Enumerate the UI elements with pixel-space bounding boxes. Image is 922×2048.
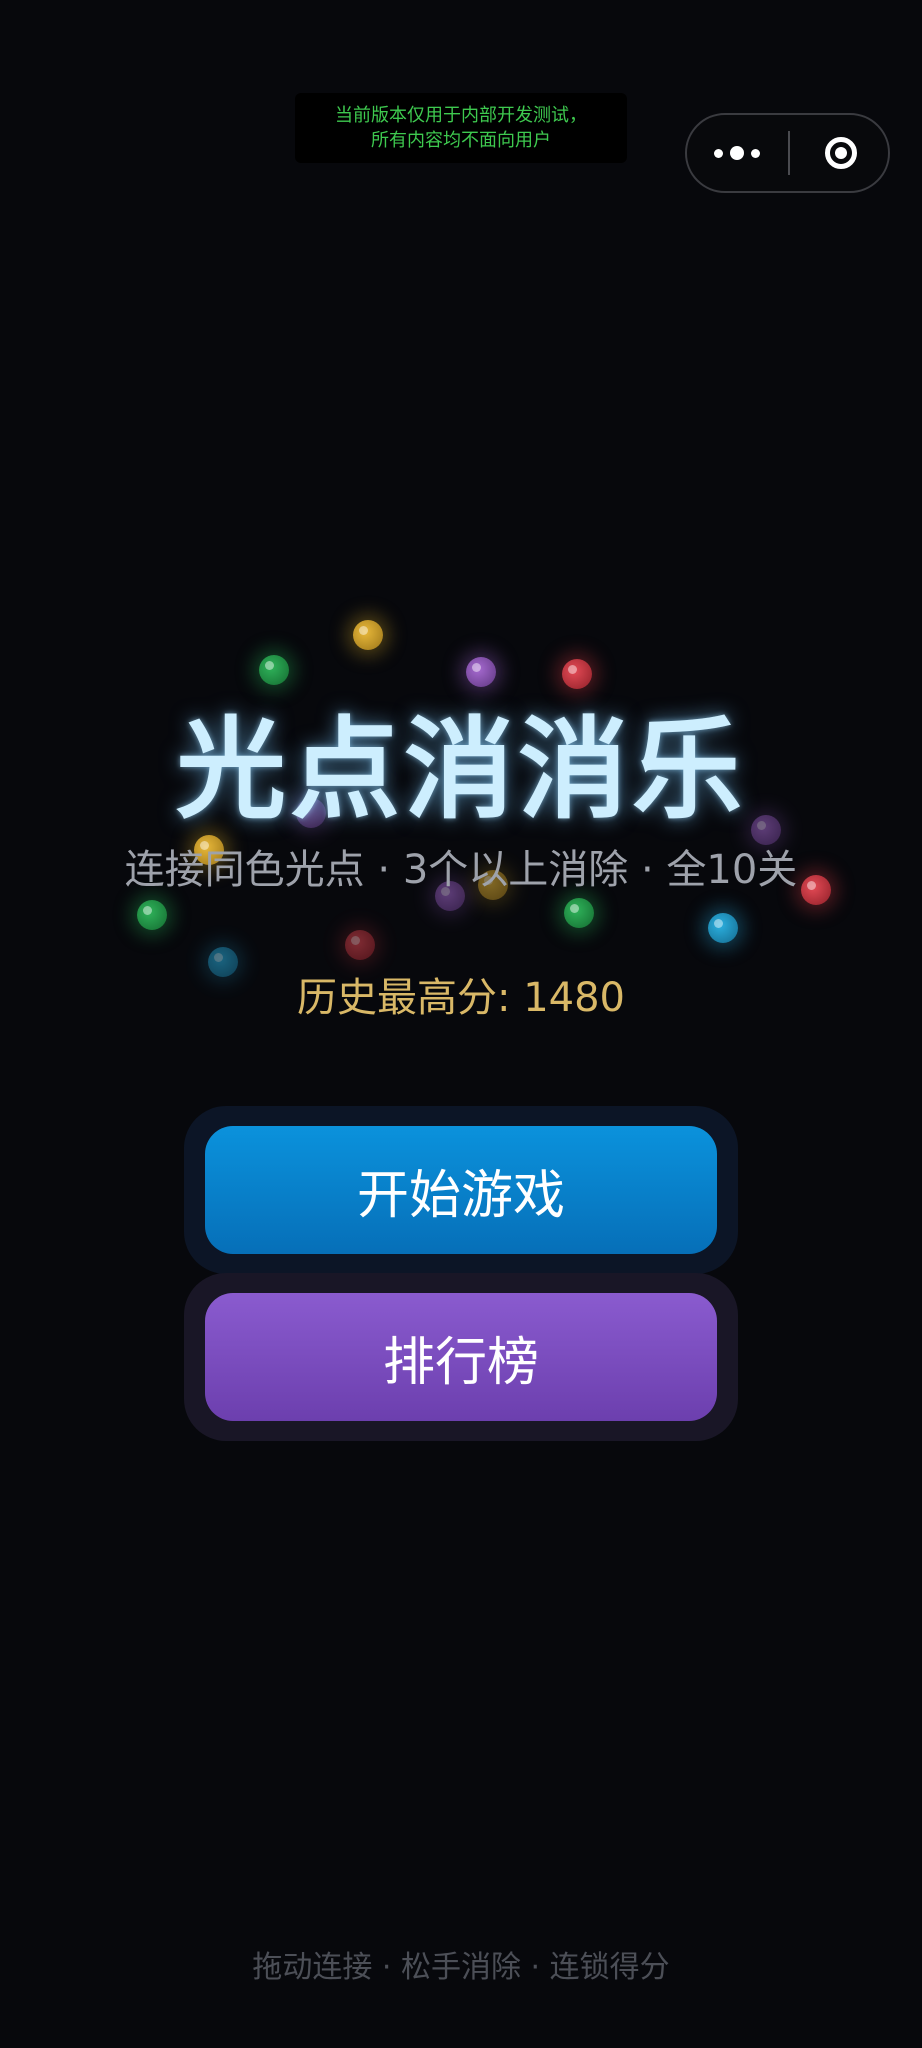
capsule-divider — [788, 131, 790, 175]
more-dots-icon-right — [751, 148, 760, 158]
dev-notice-banner: 当前版本仅用于内部开发测试， 所有内容均不面向用户 — [295, 93, 627, 163]
dev-notice-line-2: 所有内容均不面向用户 — [371, 130, 551, 151]
more-menu-button[interactable] — [687, 115, 787, 191]
leaderboard-button-frame: 排行榜 — [184, 1273, 738, 1441]
more-dots-icon — [714, 148, 723, 158]
high-score: 历史最高分: 1480 — [297, 975, 625, 1021]
start-button-frame: 开始游戏 — [184, 1106, 738, 1274]
leaderboard-button[interactable]: 排行榜 — [205, 1293, 717, 1421]
gameplay-hint: 拖动连接 · 松手消除 · 连锁得分 — [252, 1950, 670, 1985]
more-dots-icon-center — [730, 146, 744, 160]
mini-program-capsule — [685, 113, 890, 193]
start-game-button[interactable]: 开始游戏 — [205, 1126, 717, 1254]
glow-orb — [137, 900, 167, 930]
close-mini-program-button[interactable] — [791, 115, 890, 191]
glow-orb — [466, 657, 496, 687]
dev-notice-line-1: 当前版本仅用于内部开发测试， — [335, 105, 587, 126]
glow-orb — [353, 620, 383, 650]
game-subtitle: 连接同色光点 · 3个以上消除 · 全10关 — [124, 847, 798, 893]
glow-orb — [564, 898, 594, 928]
game-title: 光点消消乐 — [176, 706, 746, 834]
glow-orb — [708, 913, 738, 943]
glow-orb — [562, 659, 592, 689]
target-circle-icon — [824, 137, 857, 169]
glow-orb — [345, 930, 375, 960]
glow-orb — [259, 655, 289, 685]
